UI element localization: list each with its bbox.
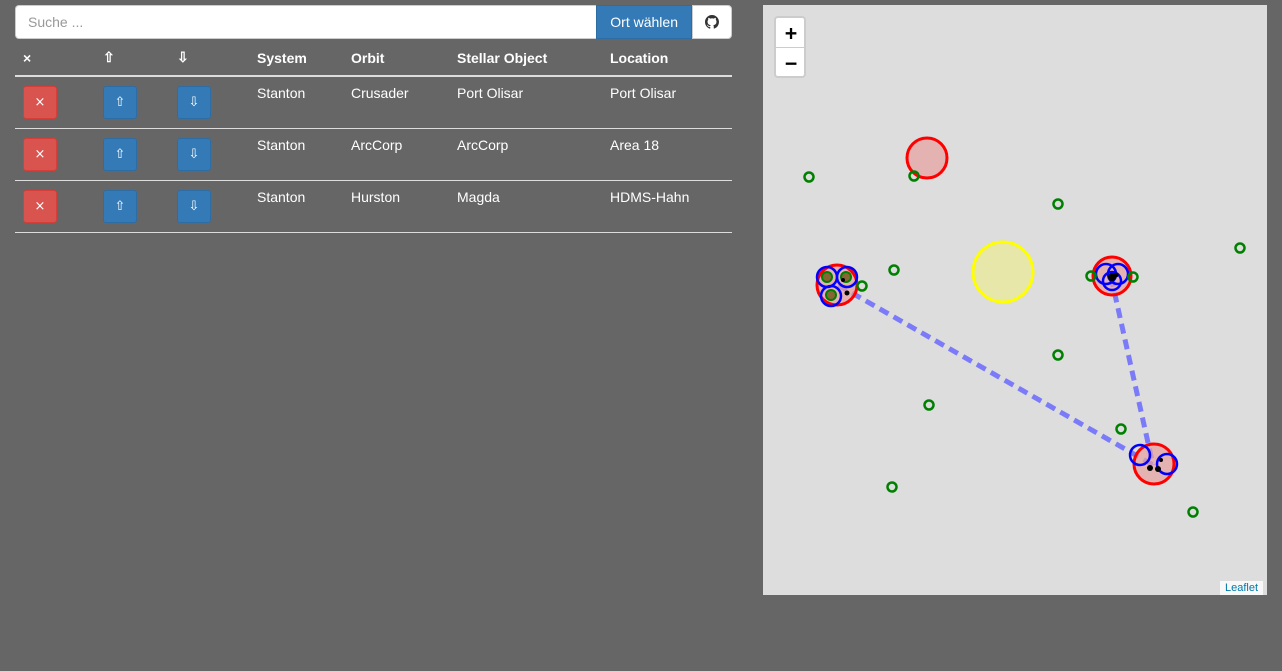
- location-dot[interactable]: [1159, 458, 1163, 462]
- cell-orbit: Crusader: [343, 76, 449, 129]
- cell-stellar-object: ArcCorp: [449, 128, 602, 181]
- move-down-button[interactable]: ⇩: [177, 86, 211, 119]
- zoom-out-button[interactable]: −: [776, 48, 804, 76]
- location-dot[interactable]: [1155, 466, 1161, 472]
- station-marker[interactable]: [1115, 423, 1127, 435]
- left-panel: Ort wählen × ⇧ ⇩ System Orbit Stellar Ob…: [15, 5, 732, 233]
- cell-location: Port Olisar: [602, 76, 732, 129]
- move-down-button[interactable]: ⇩: [177, 138, 211, 171]
- route-line: [836, 282, 1155, 468]
- cell-orbit: ArcCorp: [343, 128, 449, 181]
- station-marker[interactable]: [1234, 242, 1246, 254]
- route-table: × ⇧ ⇩ System Orbit Stellar Object Locati…: [15, 40, 732, 233]
- zoom-control: + −: [774, 16, 806, 78]
- station-marker[interactable]: [821, 271, 833, 283]
- header-remove: ×: [15, 40, 95, 77]
- map-layer[interactable]: [763, 5, 1267, 595]
- move-down-button[interactable]: ⇩: [177, 190, 211, 223]
- github-button[interactable]: [692, 5, 732, 39]
- search-input[interactable]: [15, 5, 597, 39]
- cell-system: Stanton: [249, 76, 343, 129]
- header-location: Location: [602, 40, 732, 77]
- move-up-button[interactable]: ⇧: [103, 86, 137, 119]
- header-stellar-object: Stellar Object: [449, 40, 602, 77]
- cell-stellar-object: Magda: [449, 180, 602, 233]
- table-row: × ⇧ ⇩ Stanton ArcCorp ArcCorp Area 18: [15, 128, 732, 181]
- cell-system: Stanton: [249, 180, 343, 233]
- remove-button[interactable]: ×: [23, 86, 57, 119]
- star-marker[interactable]: [971, 240, 1035, 304]
- choose-location-button[interactable]: Ort wählen: [596, 5, 692, 39]
- station-marker[interactable]: [1187, 506, 1199, 518]
- table-header-row: × ⇧ ⇩ System Orbit Stellar Object Locati…: [15, 40, 732, 77]
- station-marker[interactable]: [888, 264, 900, 276]
- location-dot[interactable]: [1113, 272, 1119, 278]
- star-map[interactable]: + − Leaflet: [763, 5, 1267, 595]
- header-move-up: ⇧: [95, 40, 169, 77]
- station-marker[interactable]: [803, 171, 815, 183]
- table-row: × ⇧ ⇩ Stanton Crusader Port Olisar Port …: [15, 76, 732, 129]
- table-row: × ⇧ ⇩ Stanton Hurston Magda HDMS-Hahn: [15, 180, 732, 233]
- remove-button[interactable]: ×: [23, 190, 57, 223]
- station-marker[interactable]: [856, 280, 868, 292]
- move-up-button[interactable]: ⇧: [103, 190, 137, 223]
- station-marker[interactable]: [886, 481, 898, 493]
- station-marker[interactable]: [1052, 349, 1064, 361]
- cell-location: HDMS-Hahn: [602, 180, 732, 233]
- github-icon: [705, 15, 719, 29]
- zoom-in-button[interactable]: +: [776, 18, 804, 48]
- cell-location: Area 18: [602, 128, 732, 181]
- station-marker[interactable]: [1052, 198, 1064, 210]
- remove-button[interactable]: ×: [23, 138, 57, 171]
- header-move-down: ⇩: [169, 40, 249, 77]
- cell-system: Stanton: [249, 128, 343, 181]
- map-attribution-link[interactable]: Leaflet: [1219, 581, 1263, 595]
- search-bar: Ort wählen: [15, 5, 732, 39]
- location-dot[interactable]: [844, 290, 850, 296]
- move-up-button[interactable]: ⇧: [103, 138, 137, 171]
- header-system: System: [249, 40, 343, 77]
- location-dot[interactable]: [841, 278, 845, 282]
- station-marker[interactable]: [825, 289, 837, 301]
- location-dot[interactable]: [1147, 465, 1153, 471]
- cell-stellar-object: Port Olisar: [449, 76, 602, 129]
- header-orbit: Orbit: [343, 40, 449, 77]
- station-marker[interactable]: [923, 399, 935, 411]
- cell-orbit: Hurston: [343, 180, 449, 233]
- route-line: [1108, 276, 1156, 466]
